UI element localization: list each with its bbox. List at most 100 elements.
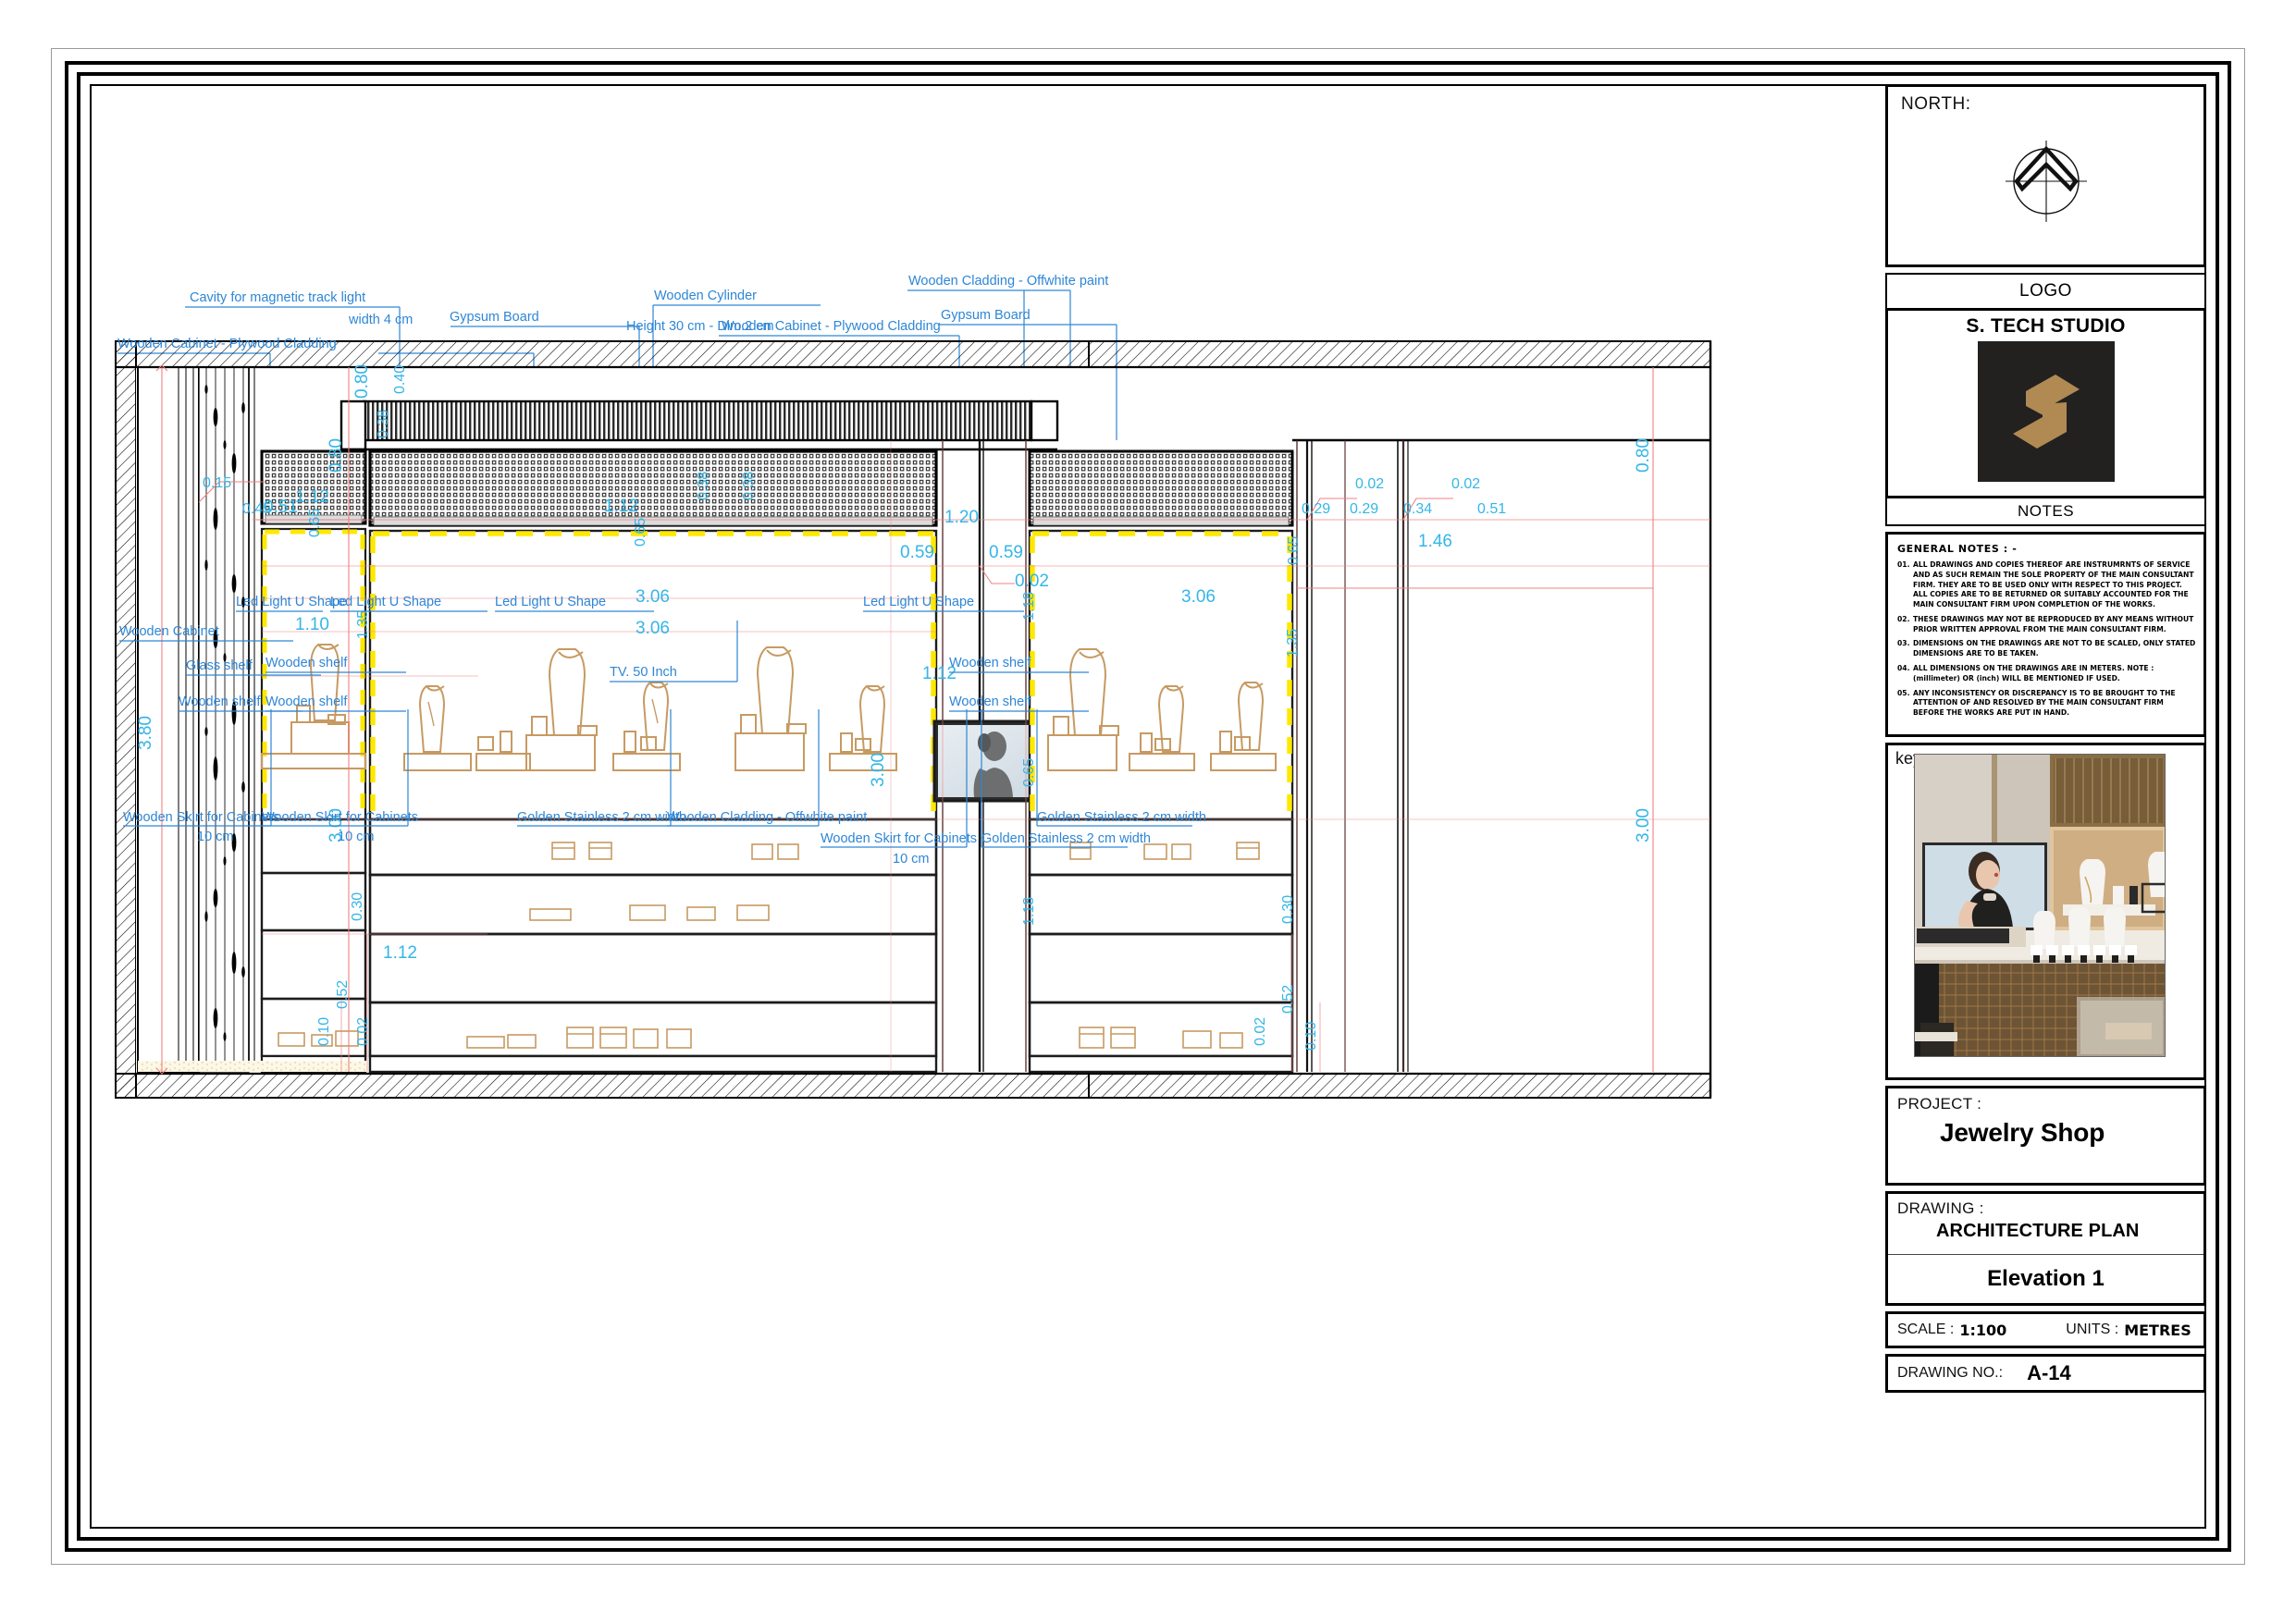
general-note-item: 05. ANY INCONSISTENCY OR DISCREPANCY IS … xyxy=(1897,689,2196,719)
dim-right-002b: 0.02 xyxy=(1451,476,1480,492)
project-label: PROJECT : xyxy=(1897,1095,1982,1113)
dim-left-030: 0.30 xyxy=(350,892,365,921)
dim-left-002: 0.02 xyxy=(355,1017,371,1046)
dim-right-010: 0.10 xyxy=(1303,1022,1319,1051)
ann-wooden-skirt-2-sub: 10 cm xyxy=(338,830,375,844)
ann-glass-shelf-left: Glass shelf xyxy=(186,658,253,673)
dim-center-118: 1.18 xyxy=(1021,592,1037,621)
ann-golden-stainless-2: Golden Stainless 2 cm width xyxy=(1037,810,1206,825)
ann-wooden-cladding-offwhite-bottom: Wooden Cladding - Offwhite paint xyxy=(667,810,867,825)
general-note-item: 02. THESE DRAWINGS MAY NOT BE REPRODUCED… xyxy=(1897,615,2196,635)
dim-center-120: 1.20 xyxy=(944,508,979,527)
note-number: 04. xyxy=(1897,664,1910,673)
dim-bay3-135: 1.35 xyxy=(1285,629,1301,658)
note-text: ANY INCONSISTENCY OR DISCREPANCY IS TO B… xyxy=(1913,688,2176,718)
dim-left-112b: 1.12 xyxy=(383,943,417,963)
dim-center-059b: 0.59 xyxy=(989,543,1023,562)
ann-wooden-skirt-1: Wooden Skirt for Cabinets xyxy=(123,810,279,825)
note-text: ALL DRAWINGS AND COPIES THEREOF ARE INST… xyxy=(1913,560,2194,609)
note-text: DIMENSIONS ON THE DRAWINGS ARE NOT TO BE… xyxy=(1913,639,2196,658)
dim-center-065: 0.65 xyxy=(1021,758,1037,787)
logo-panel: S. TECH STUDIO xyxy=(1885,308,2206,498)
dim-right-080: 0.80 xyxy=(1634,438,1653,473)
title-block: NORTH: LOGO S. TECH STUDIO NOTES GENERAL… xyxy=(1885,84,2206,1529)
dim-bay2-112: 1.12 xyxy=(604,497,638,516)
drawing-number-panel: DRAWING NO.: A-14 xyxy=(1885,1354,2206,1393)
scale-label: SCALE : xyxy=(1897,1322,1955,1337)
ann-wooden-shelf-left-a: Wooden shelf xyxy=(179,695,261,709)
note-text: THESE DRAWINGS MAY NOT BE REPRODUCED BY … xyxy=(1913,614,2194,633)
dim-center-300: 3.00 xyxy=(869,753,888,787)
dim-right-052: 0.52 xyxy=(1280,985,1296,1014)
ann-wooden-skirt-1-sub: 10 cm xyxy=(197,830,234,844)
ann-gypsum-board-left: Gypsum Board xyxy=(450,310,539,325)
dim-bay2-306b: 3.06 xyxy=(636,619,670,638)
dim-right-065: 0.65 xyxy=(1286,536,1302,565)
dim-center-118b: 1.18 xyxy=(1021,897,1037,926)
drawing-type: ARCHITECTURE PLAN xyxy=(1936,1221,2140,1241)
dim-right-029b: 0.29 xyxy=(1350,501,1378,517)
notes-header-label: NOTES xyxy=(2017,502,2075,520)
notes-header: NOTES xyxy=(1885,498,2206,526)
dim-right-030: 0.30 xyxy=(1280,895,1296,924)
elevation-drawing-area: 3.80 0.80 0.51 3.00 0.15 0.45 1.12 0.65 … xyxy=(90,84,1885,1529)
key-panel: key xyxy=(1885,743,2206,1080)
ann-cavity-magnetic-track-light: Cavity for magnetic track light xyxy=(190,290,365,305)
north-arrow-icon xyxy=(2005,140,2087,222)
north-label: NORTH: xyxy=(1901,94,1971,114)
ann-wooden-shelf-left-c: Wooden shelf xyxy=(265,695,348,709)
dim-left-052: 0.52 xyxy=(335,980,351,1009)
dim-left-045: 0.45 xyxy=(242,501,271,517)
general-notes-title: GENERAL NOTES : - xyxy=(1897,543,2018,555)
dim-bay1-110: 1.10 xyxy=(295,615,329,634)
dim-right-300: 3.00 xyxy=(1634,808,1653,842)
north-arrow-panel: NORTH: xyxy=(1885,84,2206,267)
studio-logo-mark xyxy=(1977,341,2115,482)
dim-soffit-080: 0.80 xyxy=(352,364,372,399)
dim-right-029a: 0.29 xyxy=(1302,501,1330,517)
dim-mid-038b: 0.38 xyxy=(741,472,757,500)
note-number: 02. xyxy=(1897,614,1910,623)
ann-wooden-cabinet-left: Wooden Cabinet xyxy=(119,624,219,639)
ann-wooden-cylinder: Wooden Cylinder xyxy=(654,289,757,303)
dim-right-146: 1.46 xyxy=(1418,532,1452,551)
dim-right-051: 0.51 xyxy=(1477,501,1506,517)
drawing-type-row: DRAWING : ARCHITECTURE PLAN xyxy=(1888,1194,2203,1255)
ann-wooden-skirt-3: Wooden Skirt for Cabinets xyxy=(821,831,977,846)
dim-bay2-306a: 3.06 xyxy=(636,587,670,607)
project-panel: PROJECT : Jewelry Shop xyxy=(1885,1086,2206,1186)
dim-left-080: 0.80 xyxy=(327,438,346,473)
dim-soffit-038: 0.38 xyxy=(376,410,391,438)
drawing-name-row: Elevation 1 xyxy=(1888,1255,2203,1303)
dim-left-015: 0.15 xyxy=(203,475,231,491)
dim-overall-height: 3.80 xyxy=(136,716,155,750)
ann-wooden-skirt-3-sub: 10 cm xyxy=(893,852,930,867)
s-logo-icon xyxy=(2012,375,2080,449)
ann-led-light-u-shape-4: Led Light U Shape xyxy=(863,595,974,609)
scale-value: 1:100 xyxy=(1959,1321,2007,1339)
dim-bay1-135: 1.35 xyxy=(355,610,371,639)
studio-name: S. TECH STUDIO xyxy=(1966,315,2126,337)
ann-cavity-width: width 4 cm xyxy=(348,313,413,327)
ann-golden-stainless-1: Golden Stainless 2 cm width xyxy=(517,810,686,825)
general-note-item: 01. ALL DRAWINGS AND COPIES THEREOF ARE … xyxy=(1897,560,2196,610)
units-label: UNITS : xyxy=(2066,1322,2119,1337)
dim-bay2-065: 0.65 xyxy=(633,518,648,547)
ann-led-light-u-shape-3: Led Light U Shape xyxy=(495,595,606,609)
ann-gypsum-board-right: Gypsum Board xyxy=(941,308,1031,323)
drawing-no-value: A-14 xyxy=(2027,1361,2071,1384)
general-notes-panel: GENERAL NOTES : - 01. ALL DRAWINGS AND C… xyxy=(1885,532,2206,737)
logo-header: LOGO xyxy=(1885,273,2206,308)
dim-left-065: 0.65 xyxy=(307,509,323,537)
scale-panel: SCALE : 1:100 UNITS : METRES xyxy=(1885,1311,2206,1348)
ann-wooden-cabinet-plywood-cladding-left: Wooden Cabinet - Plywood Cladding xyxy=(117,337,337,351)
ann-golden-stainless-3: Golden Stainless 2 cm width xyxy=(981,831,1151,846)
logo-header-label: LOGO xyxy=(2019,281,2072,301)
note-text: ALL DIMENSIONS ON THE DRAWINGS ARE IN ME… xyxy=(1913,664,2154,682)
ann-wooden-shelf-right-b: Wooden shelf xyxy=(949,695,1031,709)
ann-wooden-skirt-2: Wooden Skirt for Cabinets xyxy=(262,810,418,825)
note-number: 03. xyxy=(1897,639,1910,648)
drawing-no-label: DRAWING NO.: xyxy=(1897,1365,2004,1381)
ann-tv-50-inch: TV. 50 Inch xyxy=(610,665,677,680)
dim-center-002: 0.02 xyxy=(1015,572,1049,591)
